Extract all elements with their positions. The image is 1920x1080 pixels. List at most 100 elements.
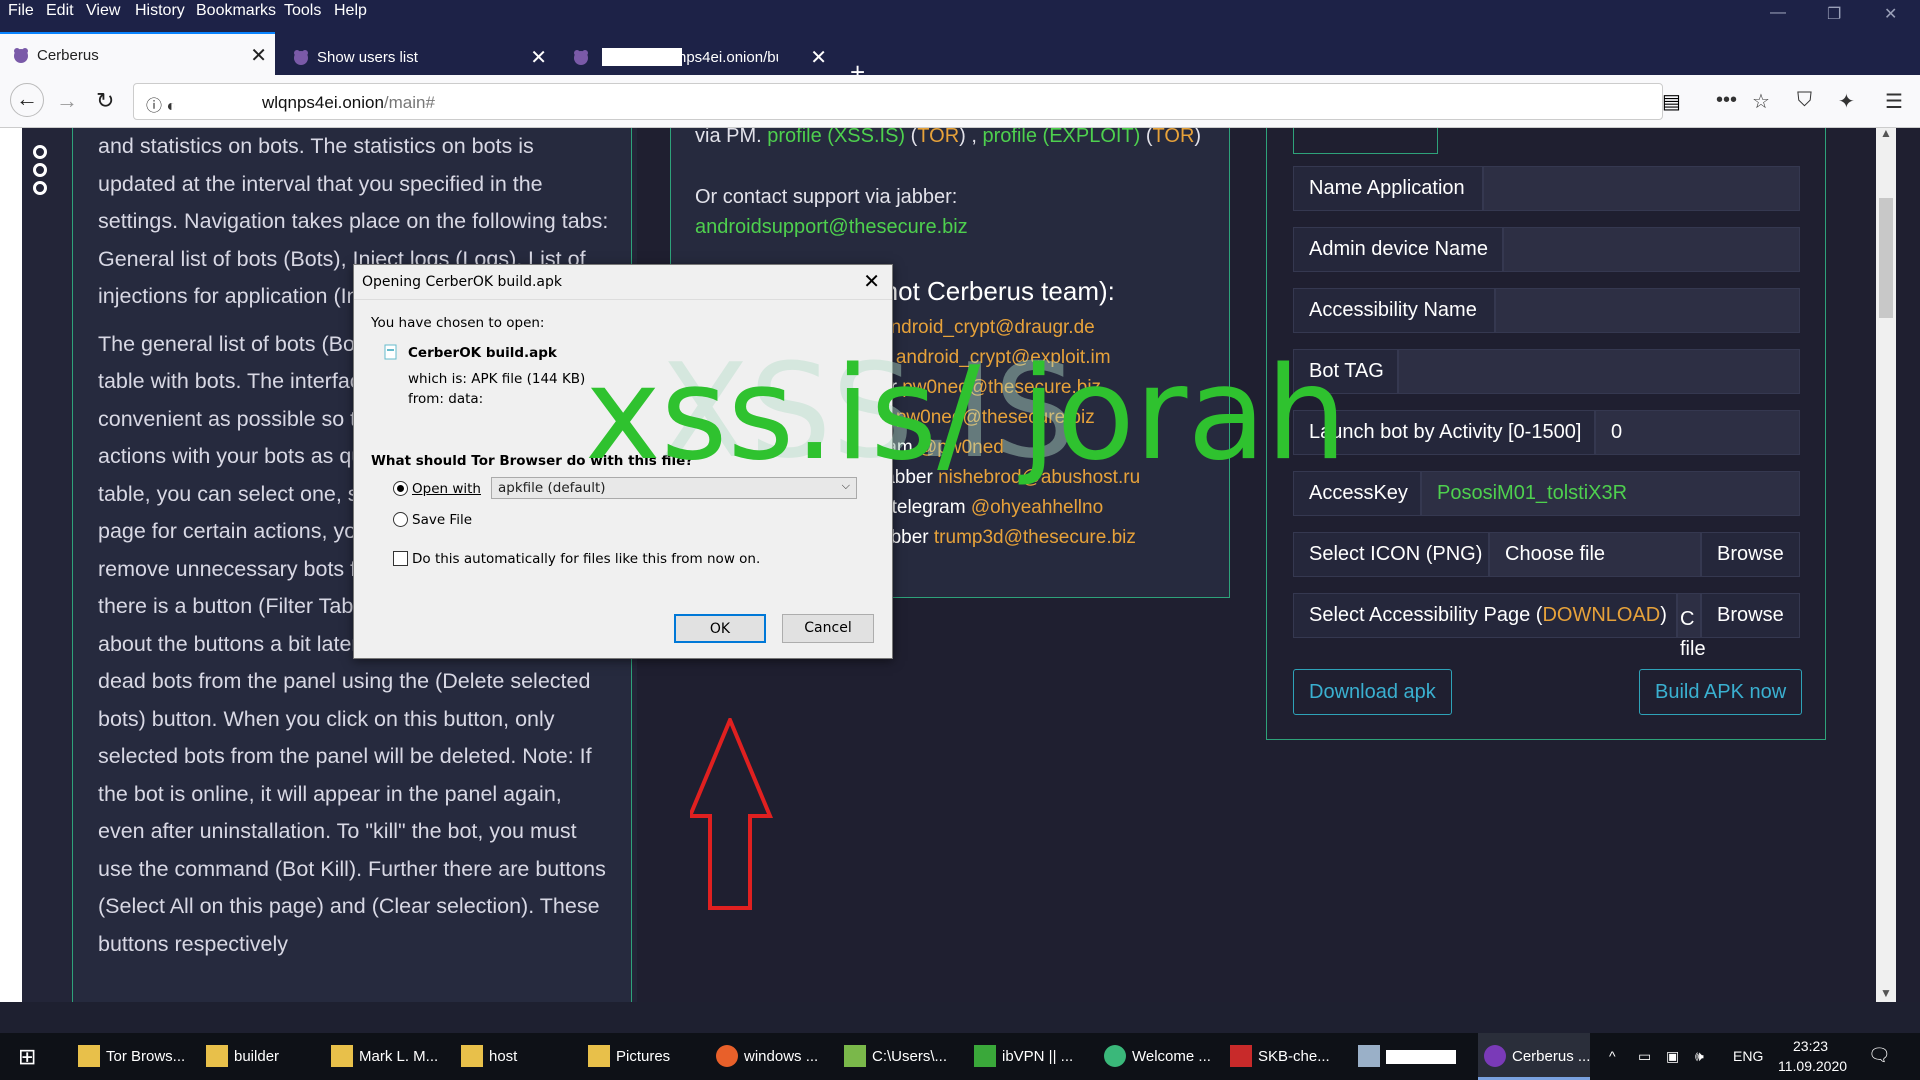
menu-help[interactable]: Help <box>334 2 367 20</box>
field-label: Accessibility Name <box>1293 288 1495 333</box>
menu-bar: File Edit View History Bookmarks Tools H… <box>0 0 1920 24</box>
close-tab-icon[interactable]: ✕ <box>810 45 827 70</box>
icon-file-input[interactable]: Choose file <box>1489 532 1701 577</box>
admin-device-name-input[interactable] <box>1503 227 1800 272</box>
download-link[interactable]: DOWNLOAD <box>1542 604 1660 626</box>
language-indicator[interactable]: ENG <box>1733 1048 1763 1064</box>
taskbar-item-welcome[interactable]: Welcome ... <box>1098 1033 1218 1080</box>
notification-icon[interactable]: 🗨 <box>1868 1045 1891 1066</box>
accessibility-name-input[interactable] <box>1495 288 1800 333</box>
browse-icon-button[interactable]: Browse <box>1701 532 1800 577</box>
tab-label: Show users list <box>317 49 418 66</box>
download-apk-button[interactable]: Download apk <box>1293 669 1452 715</box>
open-with-radio[interactable] <box>393 481 408 496</box>
tor-link[interactable]: TOR <box>1153 128 1195 147</box>
scroll-up-icon[interactable]: ▲ <box>1880 128 1892 140</box>
contacts-heading: (not Cerberus team): <box>875 276 1115 306</box>
taskbar-item-mark[interactable]: Mark L. M... <box>325 1033 445 1080</box>
form-tab-fragment <box>1293 128 1438 154</box>
auto-label[interactable]: Do this automatically for files like thi… <box>412 551 760 567</box>
taskbar-item-cerberus[interactable]: Cerberus ... <box>1478 1033 1590 1080</box>
close-window-icon[interactable]: ✕ <box>1884 4 1897 24</box>
field-label: Name Application <box>1293 166 1483 211</box>
launch-activity-input[interactable]: 0 <box>1595 410 1800 455</box>
reader-view-icon[interactable]: ▤ <box>1662 89 1681 114</box>
network-icon[interactable]: ▣ <box>1666 1048 1679 1065</box>
tab-show-users[interactable]: Show users list ✕ <box>280 36 555 75</box>
open-with-label[interactable]: Open with <box>412 481 481 497</box>
taskbar-item-ibvpn[interactable]: ibVPN || ... <box>968 1033 1088 1080</box>
taskbar-item-pictures[interactable]: Pictures <box>582 1033 702 1080</box>
dialog-title: Opening CerberOK build.apk <box>362 274 562 290</box>
form-row-name-application: Name Application <box>1293 166 1800 211</box>
accesskey-input[interactable]: PososiM01_tolstiX3R <box>1421 471 1800 516</box>
url-text[interactable]: wlqnps4ei.onion/main# <box>262 93 435 113</box>
menu-file[interactable]: File <box>8 2 34 20</box>
clock-date[interactable]: 11.09.2020 <box>1778 1058 1847 1074</box>
maximize-icon[interactable]: ❐ <box>1827 4 1841 24</box>
form-row-launch-activity: Launch bot by Activity [0-1500] 0 <box>1293 410 1800 455</box>
tor-link[interactable]: TOR <box>917 128 959 147</box>
chosen-text: You have chosen to open: <box>371 315 545 331</box>
cerberus-icon <box>294 50 308 65</box>
save-file-radio[interactable] <box>393 512 408 527</box>
forward-icon[interactable]: → <box>56 88 78 114</box>
menu-view[interactable]: View <box>86 2 120 20</box>
menu-history[interactable]: History <box>135 2 185 20</box>
taskbar-item-host[interactable]: host <box>455 1033 565 1080</box>
url-bar[interactable]: ⓘ ◐ wlqnps4ei.onion/main# ▤ <box>133 83 1681 120</box>
bot-tag-input[interactable] <box>1398 349 1800 394</box>
close-tab-icon[interactable]: ✕ <box>250 43 267 68</box>
filename: CerberOK build.apk <box>408 345 557 361</box>
taskbar-item-windows[interactable]: windows ... <box>710 1033 830 1080</box>
browse-accessibility-button[interactable]: Browse <box>1701 593 1800 638</box>
dialog-close-icon[interactable]: ✕ <box>863 269 880 293</box>
save-file-label[interactable]: Save File <box>412 512 472 528</box>
taskbar-item-cmd[interactable]: C:\Users\... <box>838 1033 958 1080</box>
form-row-admin-device: Admin device Name <box>1293 227 1800 272</box>
field-label: Select ICON (PNG) <box>1293 532 1489 577</box>
menu-tools[interactable]: Tools <box>284 2 321 20</box>
tab-builder[interactable]: nps4ei.onion/builde ✕ <box>560 36 835 75</box>
name-application-input[interactable] <box>1483 166 1800 211</box>
tab-label: nps4ei.onion/builde <box>678 49 778 66</box>
battery-icon[interactable]: ▭ <box>1638 1048 1651 1065</box>
volume-icon[interactable]: 🕪 <box>1695 1048 1704 1065</box>
info-icon[interactable]: ⓘ ◐ <box>146 92 176 116</box>
shield-icon[interactable]: ⛉ <box>1797 89 1812 112</box>
windows-start-icon[interactable]: ⊞ <box>18 1044 36 1070</box>
bookmark-star-icon[interactable]: ☆ <box>1752 89 1770 114</box>
folder-icon <box>588 1045 610 1067</box>
tab-cerberus[interactable]: Cerberus ✕ <box>0 32 275 75</box>
redaction-bar <box>602 48 682 66</box>
red-arrow-icon <box>690 718 773 910</box>
build-apk-button[interactable]: Build APK now <box>1639 669 1803 715</box>
accessibility-file-input[interactable]: C file <box>1677 593 1706 660</box>
cerberus-icon <box>14 48 28 63</box>
menu-bookmarks[interactable]: Bookmarks <box>196 2 276 20</box>
hamburger-menu-icon[interactable]: ☰ <box>1885 89 1903 114</box>
magic-wand-icon[interactable]: ✦ <box>1838 89 1855 114</box>
menu-edit[interactable]: Edit <box>46 2 74 20</box>
scroll-thumb[interactable] <box>1879 198 1893 318</box>
scroll-down-icon[interactable]: ▼ <box>1880 986 1892 1000</box>
jabber-support-link[interactable]: androidsupport@thesecure.biz <box>695 216 968 239</box>
profile-exploit-link[interactable]: profile (EXPLOIT) <box>983 128 1141 147</box>
reload-icon[interactable]: ↻ <box>96 88 114 114</box>
profile-xss-link[interactable]: profile (XSS.IS) <box>767 128 905 147</box>
taskbar-item-tor[interactable]: Tor Brows... <box>72 1033 192 1080</box>
menu-dots-icon[interactable] <box>33 145 51 199</box>
cancel-button[interactable]: Cancel <box>782 614 874 643</box>
ok-button[interactable]: OK <box>674 614 766 643</box>
clock-time[interactable]: 23:23 <box>1793 1038 1828 1054</box>
minimize-icon[interactable]: — <box>1770 4 1786 22</box>
taskbar-item-redacted[interactable] <box>1352 1033 1472 1080</box>
more-icon[interactable]: ••• <box>1716 89 1737 112</box>
back-icon[interactable]: ← <box>10 83 44 117</box>
close-tab-icon[interactable]: ✕ <box>530 45 547 70</box>
taskbar-item-skb[interactable]: SKB-che... <box>1224 1033 1344 1080</box>
auto-checkbox[interactable] <box>393 551 408 566</box>
taskbar-item-builder[interactable]: builder <box>200 1033 310 1080</box>
tray-chevron-up-icon[interactable]: ^ <box>1609 1048 1616 1064</box>
page-scrollbar[interactable]: ▲ ▼ <box>1876 128 1896 1002</box>
